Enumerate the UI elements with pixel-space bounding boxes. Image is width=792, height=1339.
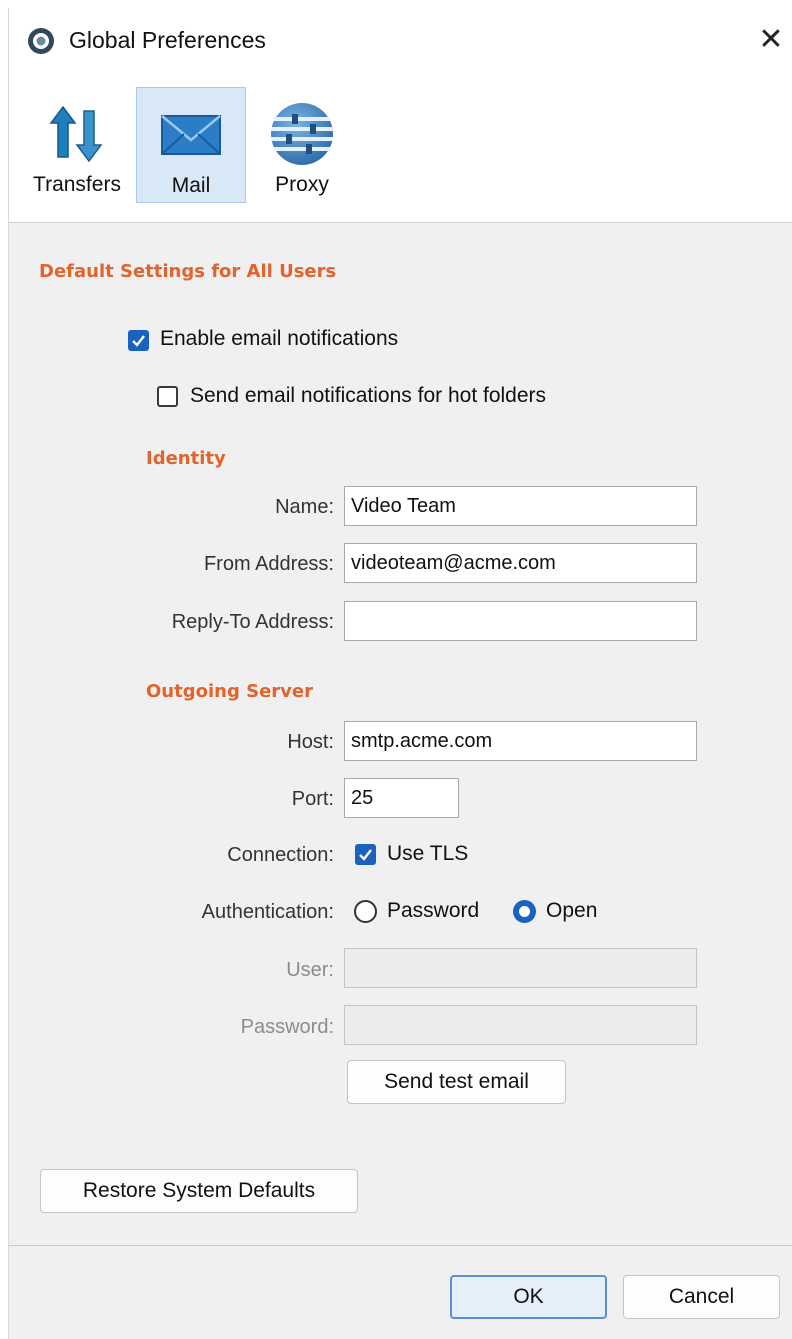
- send-test-email-button[interactable]: Send test email: [347, 1060, 566, 1104]
- restore-defaults-button[interactable]: Restore System Defaults: [40, 1169, 358, 1213]
- close-icon: ✕: [758, 23, 784, 56]
- reply-to-field[interactable]: [344, 601, 697, 641]
- footer-divider: [9, 1245, 792, 1246]
- name-label: Name:: [275, 496, 334, 518]
- from-address-label: From Address:: [203, 553, 334, 575]
- user-label: User:: [286, 959, 334, 981]
- open-radio[interactable]: [513, 900, 536, 923]
- enable-notifications-label: Enable email notifications: [160, 327, 399, 350]
- use-tls-label: Use TLS: [387, 842, 469, 865]
- tab-proxy[interactable]: Proxy: [247, 87, 357, 203]
- identity-heading: Identity: [146, 448, 226, 469]
- port-field[interactable]: 25: [344, 778, 459, 818]
- authentication-label: Authentication:: [201, 901, 334, 923]
- tab-mail-label: Mail: [171, 174, 211, 197]
- enable-notifications-checkbox[interactable]: [128, 330, 149, 351]
- password-radio-label: Password: [387, 899, 480, 922]
- checkmark-icon: [359, 849, 372, 861]
- hot-folders-checkbox[interactable]: [157, 386, 178, 407]
- name-field[interactable]: Video Team: [344, 486, 697, 526]
- preferences-toolbar: Transfers Mail Proxy: [9, 74, 792, 223]
- checkmark-icon: [132, 335, 145, 347]
- ok-button[interactable]: OK: [450, 1275, 607, 1319]
- reply-to-label: Reply-To Address:: [171, 611, 334, 633]
- title-bar: Global Preferences ✕: [9, 8, 792, 74]
- open-radio-label: Open: [546, 899, 598, 922]
- connection-label: Connection:: [227, 844, 334, 866]
- host-label: Host:: [287, 731, 334, 753]
- cancel-button[interactable]: Cancel: [623, 1275, 780, 1319]
- window-title: Global Preferences: [69, 27, 266, 53]
- user-field: [344, 948, 697, 988]
- close-button[interactable]: ✕: [751, 18, 791, 62]
- default-settings-heading: Default Settings for All Users: [39, 261, 337, 282]
- tab-transfers[interactable]: Transfers: [19, 87, 135, 203]
- outgoing-server-heading: Outgoing Server: [146, 681, 313, 702]
- password-label: Password:: [240, 1016, 334, 1038]
- transfer-arrows-icon: [49, 105, 103, 163]
- envelope-icon: [161, 115, 221, 155]
- tab-mail[interactable]: Mail: [136, 87, 246, 203]
- from-address-field[interactable]: videoteam@acme.com: [344, 543, 697, 583]
- port-label: Port:: [291, 788, 334, 810]
- password-radio[interactable]: [354, 900, 377, 923]
- globe-icon: [271, 103, 333, 165]
- preferences-dialog: Global Preferences ✕ Transfers Mail Prox…: [8, 8, 792, 1339]
- tab-proxy-label: Proxy: [275, 173, 329, 196]
- hot-folders-label: Send email notifications for hot folders: [190, 384, 547, 407]
- host-field[interactable]: smtp.acme.com: [344, 721, 697, 761]
- password-field: [344, 1005, 697, 1045]
- app-icon: [28, 28, 54, 54]
- use-tls-checkbox[interactable]: [355, 844, 376, 865]
- tab-transfers-label: Transfers: [33, 173, 121, 196]
